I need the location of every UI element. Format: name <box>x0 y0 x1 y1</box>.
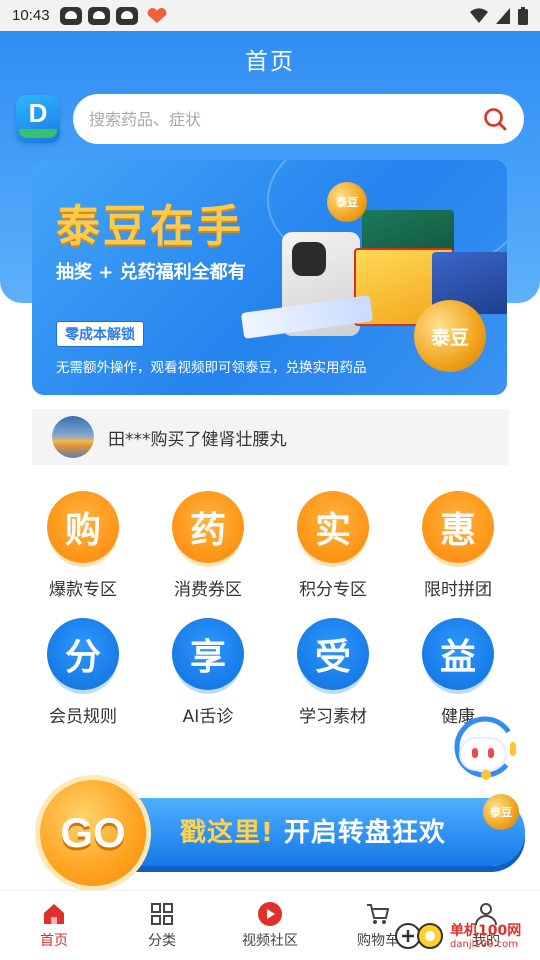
app-notification-icon <box>59 6 82 25</box>
coin-icon: 泰豆 <box>414 300 486 372</box>
search-input[interactable] <box>89 109 482 129</box>
app-logo[interactable]: D <box>16 95 60 143</box>
coin-icon: 泰豆 <box>483 794 519 830</box>
coin-icon: 泰豆 <box>327 182 367 222</box>
watermark-logo-icon <box>395 923 443 949</box>
coin-label: 泰豆 <box>490 806 512 819</box>
lucky-wheel-highlight: 戳这里! <box>180 818 274 848</box>
shortcut-badge: 实 <box>297 491 369 563</box>
grid-icon <box>151 903 173 925</box>
shortcut-badge: 购 <box>47 491 119 563</box>
shortcut-item[interactable]: 享 AI舌诊 <box>153 618 263 727</box>
shortcut-item[interactable]: 分 会员规则 <box>28 618 138 727</box>
signal-icon <box>496 7 510 24</box>
shortcut-badge: 药 <box>172 491 244 563</box>
status-right <box>470 6 528 25</box>
wifi-icon <box>470 7 488 23</box>
cart-icon <box>367 904 389 924</box>
shortcut-label: AI舌诊 <box>182 707 234 727</box>
home-page: 10:43 首页 D 搜索药品、症状 泰豆在手 抽奖 + 兑药福利全都有 零成本… <box>0 0 540 960</box>
coin-label: 泰豆 <box>430 326 469 349</box>
camera-icon <box>292 242 326 276</box>
shortcut-item[interactable]: 益 健康 <box>403 618 513 727</box>
lucky-wheel-banner[interactable]: 戳这里! 开启转盘狂欢 GO 泰豆 <box>40 780 530 886</box>
banner-subtitle: 抽奖 + 兑药福利全都有 <box>56 262 246 283</box>
watermark: 单机100网 danji100.com <box>390 918 521 954</box>
customer-service-icon[interactable] <box>450 712 520 782</box>
logo-letter: D <box>28 98 48 128</box>
search-bar[interactable] <box>73 94 524 144</box>
shortcut-badge: 享 <box>172 618 244 690</box>
shortcut-item[interactable]: 药 消费券区 <box>153 491 263 600</box>
shortcut-label: 限时拼团 <box>424 580 492 600</box>
shortcut-item[interactable]: 惠 限时拼团 <box>403 491 513 600</box>
watermark-text: 单机100网 <box>450 922 522 939</box>
shortcut-item[interactable]: 实 积分专区 <box>278 491 388 600</box>
status-bar: 10:43 <box>0 0 540 31</box>
heart-notification-icon <box>147 7 166 23</box>
promo-banner[interactable]: 泰豆在手 抽奖 + 兑药福利全都有 零成本解锁 无需额外操作，观看视频即可领泰豆… <box>32 160 507 395</box>
battery-icon <box>518 6 528 25</box>
purchase-ticker: 田***购买了健肾壮腰丸 <box>32 409 509 465</box>
lucky-wheel-text: 戳这里! 开启转盘狂欢 <box>180 812 446 849</box>
app-notification-icon <box>87 6 110 25</box>
ticker-text: 田***购买了健肾壮腰丸 <box>108 429 287 450</box>
shortcut-item[interactable]: 受 学习素材 <box>278 618 388 727</box>
nav-label: 首页 <box>40 933 68 949</box>
avatar <box>52 416 94 458</box>
shortcut-badge: 惠 <box>422 491 494 563</box>
shortcut-label: 消费券区 <box>174 580 242 600</box>
shortcut-label: 积分专区 <box>299 580 367 600</box>
nav-label: 分类 <box>148 933 176 949</box>
shortcut-badge: 受 <box>297 618 369 690</box>
shortcut-badge: 分 <box>47 618 119 690</box>
shortcut-label: 学习素材 <box>299 707 367 727</box>
logo-bar <box>19 129 57 138</box>
page-title: 首页 <box>245 49 295 75</box>
coin-label: 泰豆 <box>336 196 358 209</box>
banner-title: 泰豆在手 <box>56 201 244 252</box>
lucky-wheel-bar: 戳这里! 开启转盘狂欢 <box>95 798 525 866</box>
nav-label: 视频社区 <box>242 933 298 949</box>
watermark-sub: danji100.com <box>450 938 518 950</box>
play-icon <box>258 902 282 926</box>
status-time: 10:43 <box>12 7 50 24</box>
home-icon <box>44 904 64 924</box>
banner-description: 无需额外操作，观看视频即可领泰豆，兑换实用药品 <box>56 360 367 376</box>
shortcut-badge: 益 <box>422 618 494 690</box>
unlock-button[interactable]: 零成本解锁 <box>56 321 144 347</box>
nav-item-category[interactable]: 分类 <box>108 891 216 960</box>
search-icon[interactable] <box>482 106 508 132</box>
shortcut-label: 会员规则 <box>49 707 117 727</box>
shortcut-label: 爆款专区 <box>49 580 117 600</box>
app-notification-icon <box>115 6 138 25</box>
go-button[interactable]: GO <box>40 780 146 886</box>
lucky-wheel-label: 开启转盘狂欢 <box>283 818 446 848</box>
nav-item-home[interactable]: 首页 <box>0 891 108 960</box>
nav-item-video[interactable]: 视频社区 <box>216 891 324 960</box>
watermark-text-group: 单机100网 danji100.com <box>450 923 521 950</box>
shortcut-item[interactable]: 购 爆款专区 <box>28 491 138 600</box>
